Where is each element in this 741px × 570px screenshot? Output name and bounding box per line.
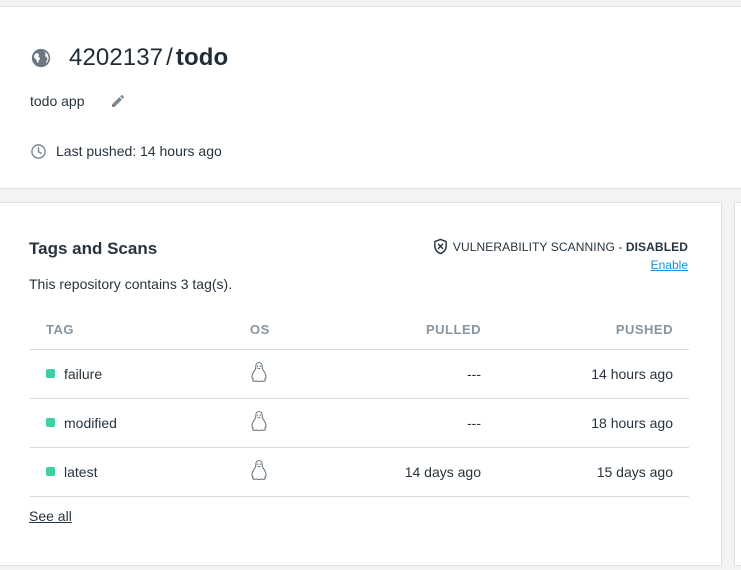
repo-name: todo — [175, 44, 229, 71]
column-header-os: OS — [220, 311, 300, 350]
table-row: failure --- 14 hours ago — [30, 349, 689, 399]
table-row: latest 14 days ago 15 days ago — [30, 447, 689, 497]
tag-name[interactable]: failure — [64, 366, 102, 382]
tags-card: Tags and Scans VULNERABILITY SCANNING - … — [0, 202, 722, 566]
description-row: todo app — [30, 92, 126, 110]
repo-namespace[interactable]: 4202137 — [69, 44, 163, 71]
side-card-edge — [734, 202, 741, 566]
repo-header-card: 4202137/todo todo app Last pushed: 14 ho… — [0, 6, 741, 189]
status-dot — [46, 369, 55, 378]
repo-slash: / — [166, 44, 173, 71]
tag-cell: failure — [46, 366, 220, 382]
see-all-link[interactable]: See all — [29, 508, 72, 524]
globe-icon — [30, 47, 52, 69]
column-header-tag: TAG — [30, 311, 220, 350]
pencil-icon[interactable] — [110, 93, 126, 109]
last-pushed-row: Last pushed: 14 hours ago — [30, 142, 222, 160]
column-header-pushed: PUSHED — [495, 311, 689, 350]
page-title: 4202137/todo — [69, 44, 228, 72]
pulled-cell: 14 days ago — [300, 447, 495, 497]
tag-name[interactable]: modified — [64, 415, 117, 431]
table-row: modified --- 18 hours ago — [30, 398, 689, 448]
pushed-cell: 14 hours ago — [495, 349, 689, 399]
last-pushed-text: Last pushed: 14 hours ago — [56, 143, 222, 159]
linux-icon — [250, 361, 268, 383]
tag-name[interactable]: latest — [64, 464, 97, 480]
vuln-status: DISABLED — [625, 239, 688, 254]
pulled-cell: --- — [300, 398, 495, 448]
tags-table: TAG OS PULLED PUSHED failure --- 14 hour… — [30, 311, 689, 497]
vuln-label: VULNERABILITY SCANNING - — [452, 239, 626, 254]
shield-x-icon — [432, 238, 449, 255]
status-dot — [46, 418, 55, 427]
linux-icon — [250, 410, 268, 432]
enable-scanning-link[interactable]: Enable — [651, 258, 688, 272]
table-header-row: TAG OS PULLED PUSHED — [30, 311, 689, 350]
repo-title-row: 4202137/todo — [30, 43, 228, 73]
column-header-pulled: PULLED — [300, 311, 495, 350]
pushed-cell: 18 hours ago — [495, 398, 689, 448]
pulled-cell: --- — [300, 349, 495, 399]
tag-cell: modified — [46, 415, 220, 431]
repo-description: todo app — [30, 93, 85, 109]
linux-icon — [250, 459, 268, 481]
tag-cell: latest — [46, 464, 220, 480]
tags-section-title: Tags and Scans — [29, 239, 158, 258]
pushed-cell: 15 days ago — [495, 447, 689, 497]
tags-count-text: This repository contains 3 tag(s). — [29, 276, 233, 292]
vulnerability-scanning-status: VULNERABILITY SCANNING - DISABLED — [432, 238, 688, 255]
status-dot — [46, 467, 55, 476]
clock-icon — [30, 143, 47, 160]
